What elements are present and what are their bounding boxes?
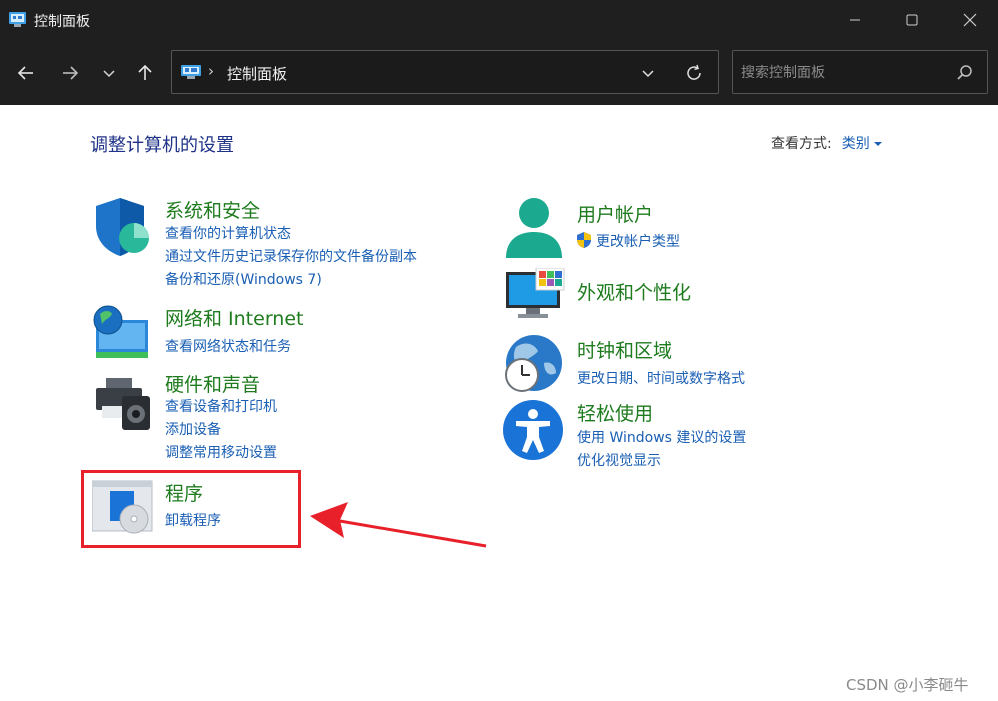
address-dropdown-button[interactable] [634,61,662,85]
caret-down-icon[interactable] [873,142,882,146]
minimize-icon [850,19,860,21]
refresh-button[interactable] [680,61,708,85]
address-bar[interactable]: › 控制面板 [171,50,719,94]
refresh-icon [687,64,701,80]
printer-speaker-icon[interactable] [92,370,154,432]
category-title[interactable]: 用户帐户 [577,200,653,227]
annotation-arrow-icon [310,502,487,548]
category-title[interactable]: 硬件和声音 [165,370,260,397]
search-box[interactable] [732,50,988,94]
breadcrumb-control-panel[interactable]: 控制面板 [227,63,287,84]
category-system-security: 系统和安全 查看你的计算机状态 通过文件历史记录保存你的文件备份副本 备份和还原… [92,196,492,296]
view-by-label: 查看方式: [771,136,832,152]
up-button[interactable] [129,57,161,89]
link-devices-printers[interactable]: 查看设备和打印机 [165,396,277,416]
forward-button[interactable] [54,57,86,89]
category-title[interactable]: 系统和安全 [165,196,260,223]
breadcrumb-separator: › [208,62,214,80]
close-icon [963,13,977,27]
arrow-left-icon [17,66,33,80]
link-add-device[interactable]: 添加设备 [165,419,221,439]
category-user-accounts: 用户帐户 更改帐户类型 [504,196,884,260]
category-title[interactable]: 外观和个性化 [577,278,691,305]
recent-locations-button[interactable] [93,57,125,89]
category-title[interactable]: 网络和 Internet [165,304,303,331]
category-appearance: 外观和个性化 [504,268,884,322]
link-change-date-time-format[interactable]: 更改日期、时间或数字格式 [577,368,745,388]
control-panel-app-icon [9,12,26,27]
category-network-internet: 网络和 Internet 查看网络状态和任务 [92,304,492,364]
link-mobility-settings[interactable]: 调整常用移动设置 [165,442,277,462]
title-bar: 控制面板 [0,0,998,40]
arrow-right-icon [63,66,79,80]
search-input[interactable] [741,62,951,84]
category-hardware-sound: 硬件和声音 查看设备和打印机 添加设备 调整常用移动设置 [92,370,492,462]
category-clock-region: 时钟和区域 更改日期、时间或数字格式 [500,333,880,395]
view-by-dropdown[interactable]: 类别 [842,136,870,152]
monitor-personalization-icon[interactable] [504,268,566,320]
close-button[interactable] [941,0,998,40]
link-network-status-tasks[interactable]: 查看网络状态和任务 [165,336,291,356]
uac-shield-icon [577,232,591,248]
network-globe-icon[interactable] [92,304,154,362]
category-title[interactable]: 轻松使用 [577,399,653,426]
link-view-computer-status[interactable]: 查看你的计算机状态 [165,223,291,243]
user-avatar-icon[interactable] [504,196,564,260]
link-change-account-type[interactable]: 更改帐户类型 [596,231,680,251]
minimize-button[interactable] [826,0,884,40]
shield-icon[interactable] [92,196,152,258]
link-optimize-visual-display[interactable]: 优化视觉显示 [577,450,661,470]
maximize-icon [906,14,918,26]
view-by: 查看方式: 类别 [771,133,882,153]
annotation-highlight-box [81,470,301,548]
window-title: 控制面板 [34,14,90,30]
watermark: CSDN @小李砸牛 [846,676,969,694]
search-icon[interactable] [955,63,975,83]
control-panel-location-icon [181,65,201,79]
chevron-down-icon [103,70,115,78]
page-title: 调整计算机的设置 [90,135,234,156]
link-windows-recommended-settings[interactable]: 使用 Windows 建议的设置 [577,427,746,447]
maximize-button[interactable] [883,0,941,40]
link-file-history-backup[interactable]: 通过文件历史记录保存你的文件备份副本 [165,246,417,266]
navigation-bar: › 控制面板 [0,40,998,105]
category-ease-of-access: 轻松使用 使用 Windows 建议的设置 优化视觉显示 [502,399,882,469]
link-backup-restore[interactable]: 备份和还原(Windows 7) [165,269,322,289]
arrow-up-icon [138,64,152,80]
accessibility-icon[interactable] [502,399,564,461]
clock-globe-icon[interactable] [500,333,564,395]
chevron-down-icon [642,70,654,78]
category-title[interactable]: 时钟和区域 [577,336,672,363]
back-button[interactable] [10,57,42,89]
